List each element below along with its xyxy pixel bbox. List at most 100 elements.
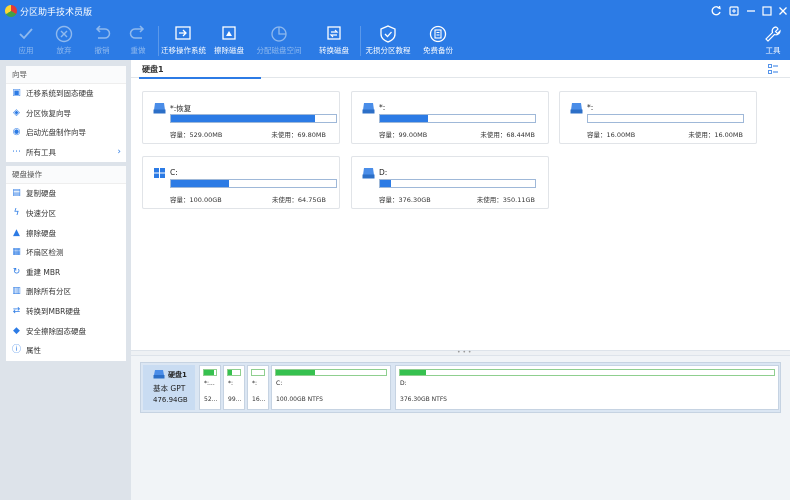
sidebar-item-partition-recovery[interactable]: ◈ 分区恢复向导 [6,104,126,124]
view-toggle-icon[interactable] [768,64,778,74]
allocate-space-button[interactable]: 分配磁盘空间 [254,22,304,60]
app-logo [5,5,17,17]
disk-type: 基本 GPT [153,384,186,393]
close-icon[interactable] [775,3,790,19]
sidebar-item-delete-all-partitions[interactable]: ▥ 删除所有分区 [6,282,126,302]
sidebar-item-all-tools[interactable]: ⋯ 所有工具 › [6,143,126,163]
partition-block[interactable]: D: 376.30GB NTFS [395,365,779,410]
partition-capacity: 容量：16.00MB [587,131,636,139]
info-icon: ⓘ [12,345,22,356]
disk-map-row[interactable]: 硬盘1 基本 GPT 476.94GB *:... 52... *: 99...… [140,362,781,413]
partition-usage-bar [203,369,217,376]
partition-capacity: 容量：376.30GB [379,196,431,204]
redo-button[interactable]: 重做 [120,22,156,60]
redo-icon [129,25,145,39]
cancel-icon [55,25,73,43]
apply-button[interactable]: 应用 [8,22,44,60]
minimize-icon[interactable] [743,3,759,19]
splitter-grip-icon: • • • [457,349,472,356]
partition-unused: 未使用：350.11GB [476,196,535,204]
usage-bar [170,114,337,123]
migrate-os-label: 迁移操作系统 [161,46,206,55]
sidebar-item-label: 属性 [26,346,41,356]
window-title: 分区助手技术员版 [20,8,93,18]
partition-block[interactable]: *: 99... [223,365,245,410]
usage-bar [379,114,536,123]
sidebar-item-label: 安全擦除固态硬盘 [26,326,86,336]
sidebar-item-migrate-ssd[interactable]: ▣ 迁移系统到固态硬盘 [6,84,126,104]
sidebar: 向导 ▣ 迁移系统到固态硬盘 ◈ 分区恢复向导 ◉ 启动光盘制作向导 ⋯ 所有工… [6,66,126,365]
sidebar-item-label: 复制硬盘 [26,189,56,199]
disk-ops-panel: 硬盘操作 ▤ 复制硬盘 ϟ 快速分区 ▲ 擦除硬盘 ▦ 坏扇区检测 ↻ 重建 M… [6,166,126,361]
partition-block-info: 16... [252,396,266,403]
maximize-icon[interactable] [759,3,775,19]
usage-fill [380,115,429,122]
partition-tutorial-button[interactable]: 无损分区教程 [364,22,412,60]
rebuild-mbr-icon: ↻ [12,266,21,277]
partition-card[interactable]: *: 容量：99.00MB 未使用：68.44MB [351,91,549,144]
drive-icon [570,103,583,114]
sidebar-item-label: 启动光盘制作向导 [26,128,86,138]
partition-name: C: [170,168,178,177]
migrate-os-button[interactable]: 迁移操作系统 [161,22,206,60]
wipe-disk-label: 擦除磁盘 [214,46,244,55]
sidebar-item-quick-partition[interactable]: ϟ 快速分区 [6,204,126,224]
sidebar-item-label: 删除所有分区 [26,287,71,297]
bootable-media-icon: ◉ [12,127,21,138]
allocate-space-label: 分配磁盘空间 [256,46,302,55]
sidebar-item-copy-disk[interactable]: ▤ 复制硬盘 [6,184,126,204]
partition-usage-bar [399,369,775,376]
partition-unused: 未使用：64.75GB [271,196,326,204]
partition-block[interactable]: C: 100.00GB NTFS [271,365,391,410]
chevron-right-icon: › [117,146,121,157]
refresh-icon[interactable] [708,3,724,19]
partition-usage-fill [400,370,427,375]
discard-button[interactable]: 放弃 [46,22,82,60]
sidebar-item-secure-erase-ssd[interactable]: ◆ 安全擦除固态硬盘 [6,322,126,342]
shield-icon [380,25,396,43]
partition-usage-fill [204,370,215,375]
sidebar-item-wipe-disk[interactable]: ▲ 擦除硬盘 [6,224,126,244]
sidebar-item-label: 快速分区 [26,208,56,218]
partition-block-label: C: [276,380,283,387]
partition-card[interactable]: *: 容量：16.00MB 未使用：16.00MB [559,91,757,144]
partition-card[interactable]: D: 容量：376.30GB 未使用：350.11GB [351,156,549,209]
sidebar-item-bad-sector[interactable]: ▦ 坏扇区检测 [6,243,126,263]
disk-info[interactable]: 硬盘1 基本 GPT 476.94GB [143,365,195,410]
undo-button[interactable]: 撤销 [84,22,120,60]
sidebar-item-label: 分区恢复向导 [26,108,71,118]
all-tools-icon: ⋯ [12,146,21,157]
lightning-icon: ϟ [13,207,20,218]
tools-button[interactable]: 工具 [760,22,786,60]
sidebar-item-rebuild-mbr[interactable]: ↻ 重建 MBR [6,263,126,283]
partition-usage-fill [228,370,232,375]
wipe-disk-button[interactable]: 擦除磁盘 [209,22,249,60]
partition-block-label: *:... [204,380,215,387]
discard-label: 放弃 [56,46,72,55]
copy-disk-icon: ▤ [12,188,21,199]
sidebar-item-bootable-media[interactable]: ◉ 启动光盘制作向导 [6,123,126,143]
partition-block-label: D: [400,380,407,387]
partition-usage-fill [276,370,315,375]
usage-fill [171,115,315,122]
toolbar-separator [158,26,159,56]
convert-disk-button[interactable]: 转换磁盘 [314,22,354,60]
partition-block[interactable]: *: 16... [247,365,269,410]
title-bar: 分区助手技术员版 [0,0,790,22]
sidebar-item-properties[interactable]: ⓘ 属性 [6,341,126,361]
disk-title: 硬盘1 [142,65,164,74]
partition-unused: 未使用：68.44MB [480,131,535,139]
redo-label: 重做 [130,46,146,55]
sidebar-item-convert-mbr[interactable]: ⇄ 转换到MBR硬盘 [6,302,126,322]
partition-card[interactable]: C: 容量：100.00GB 未使用：64.75GB [142,156,340,209]
restore-icon[interactable] [726,3,742,19]
partition-block-info: 99... [228,396,242,403]
partition-block[interactable]: *:... 52... [199,365,221,410]
free-backup-button[interactable]: 免费备份 [418,22,458,60]
partition-card[interactable]: *:恢复 容量：529.00MB 未使用：69.80MB [142,91,340,144]
bad-sector-icon: ▦ [12,247,21,258]
partition-block-info: 100.00GB NTFS [276,396,323,403]
windows-icon [154,168,165,178]
wizard-panel-title: 向导 [6,66,126,84]
partition-name: *: [379,103,386,112]
